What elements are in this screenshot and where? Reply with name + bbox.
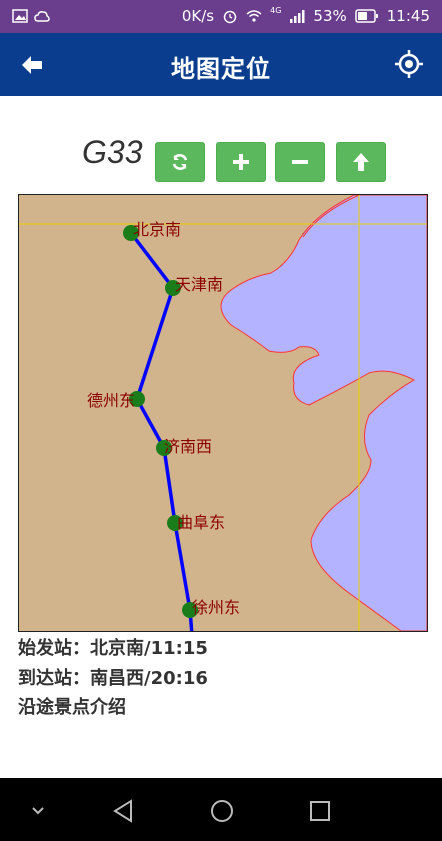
alarm-icon <box>223 10 237 24</box>
app-bar: 地图定位 <box>0 33 442 96</box>
home-icon[interactable] <box>207 796 237 826</box>
battery-icon <box>355 9 378 23</box>
recents-icon[interactable] <box>305 796 335 826</box>
station-label: 北京南 <box>133 220 182 239</box>
minus-icon <box>292 160 308 164</box>
sights-link[interactable]: 沿途景点介绍 <box>18 693 126 719</box>
clock: 11:45 <box>386 7 430 25</box>
image-icon <box>12 9 28 23</box>
sea-area <box>220 195 427 631</box>
battery-percent: 53% <box>313 7 347 25</box>
arrow-up-icon <box>353 153 369 171</box>
page-title: 地图定位 <box>171 55 271 83</box>
back-icon[interactable] <box>109 796 139 826</box>
cloud-icon <box>34 11 50 22</box>
station-label: 徐州东 <box>192 598 241 617</box>
move-up-button[interactable] <box>336 142 386 182</box>
wifi-icon <box>246 10 262 22</box>
refresh-icon <box>172 154 188 170</box>
hide-keyboard-icon[interactable] <box>23 796 53 826</box>
train-code: G33 <box>82 134 143 170</box>
navigation-bar <box>0 778 442 841</box>
zoom-out-button[interactable] <box>275 142 325 182</box>
network-type: 4G <box>270 5 282 15</box>
map-canvas <box>19 195 427 631</box>
status-bar: 0K/s 4G 53% 11:45 <box>0 0 442 33</box>
station-label: 曲阜东 <box>177 513 226 532</box>
network-speed: 0K/s <box>181 7 215 25</box>
route-map[interactable]: 北京南天津南德州东济南西曲阜东徐州东 <box>18 194 428 632</box>
signal-icon <box>290 10 305 23</box>
end-station-info: 到达站：南昌西/20:16 <box>18 668 208 689</box>
locate-icon[interactable] <box>394 49 424 79</box>
refresh-button[interactable] <box>155 142 205 182</box>
start-station-info: 始发站：北京南/11:15 <box>18 638 208 659</box>
station-label: 德州东 <box>87 391 136 410</box>
zoom-in-button[interactable] <box>216 142 266 182</box>
station-label: 天津南 <box>175 275 224 294</box>
station-label: 济南西 <box>164 437 213 456</box>
plus-icon <box>233 154 249 170</box>
